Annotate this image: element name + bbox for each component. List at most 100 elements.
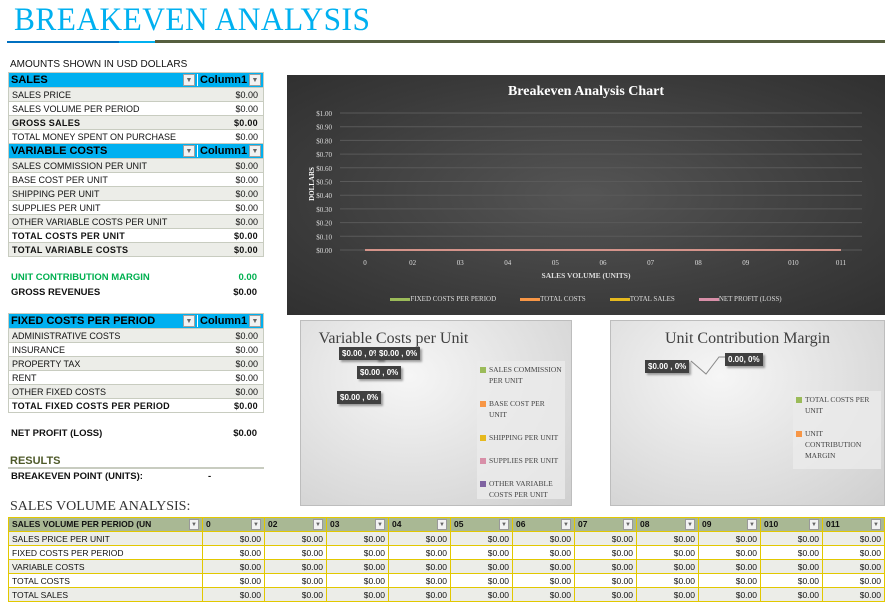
row-value[interactable]: $0.00 [235,387,263,397]
table-cell[interactable]: $0.00 [326,587,389,602]
table-row[interactable]: TOTAL FIXED COSTS PER PERIOD $0.00 [9,398,263,412]
table-cell[interactable]: $0.00 [450,573,513,588]
row-value[interactable]: $0.00 [235,161,263,171]
table-row[interactable]: INSURANCE $0.00 [9,342,263,356]
table-cell[interactable]: $0.00 [636,531,699,546]
column-header[interactable]: 011 ▼ [822,517,885,532]
column-header[interactable]: 0 ▼ [202,517,265,532]
table-cell[interactable]: $0.00 [760,545,823,560]
table-cell[interactable]: $0.00 [760,587,823,602]
filter-dropdown-icon[interactable]: ▼ [249,315,261,327]
filter-dropdown-icon[interactable]: ▼ [623,519,633,530]
table-cell[interactable]: $0.00 [264,545,327,560]
table-row[interactable]: TOTAL MONEY SPENT ON PURCHASE $0.00 [9,129,263,143]
table-cell[interactable]: $0.00 [698,573,761,588]
table-cell[interactable]: $0.00 [264,559,327,574]
row-value[interactable]: $0.00 [235,373,263,383]
table-cell[interactable]: $0.00 [574,587,637,602]
table-cell[interactable]: $0.00 [388,573,451,588]
filter-dropdown-icon[interactable]: ▼ [189,519,199,530]
column-header[interactable]: 010 ▼ [760,517,823,532]
table-row[interactable]: ADMINISTRATIVE COSTS $0.00 [9,328,263,342]
table-row[interactable]: BASE COST PER UNIT $0.00 [9,172,263,186]
filter-dropdown-icon[interactable]: ▼ [249,74,261,86]
table-cell[interactable]: $0.00 [760,573,823,588]
table-cell[interactable]: $0.00 [326,559,389,574]
table-cell[interactable]: $0.00 [698,559,761,574]
row-value[interactable]: $0.00 [235,203,263,213]
table-row[interactable]: SALES COMMISSION PER UNIT $0.00 [9,158,263,172]
breakeven-chart[interactable]: Breakeven Analysis Chart DOLLARS SALES V… [287,75,885,315]
filter-dropdown-icon[interactable]: ▼ [183,74,195,86]
row-value[interactable]: $0.00 [235,104,263,114]
row-value[interactable]: $0.00 [234,118,263,128]
table-row[interactable]: GROSS SALES $0.00 [9,115,263,129]
filter-dropdown-icon[interactable]: ▼ [251,519,261,530]
column-header[interactable]: 09 ▼ [698,517,761,532]
table-cell[interactable]: $0.00 [264,531,327,546]
column-header[interactable]: 05 ▼ [450,517,513,532]
column-header[interactable]: 03 ▼ [326,517,389,532]
table-cell[interactable]: $0.00 [698,531,761,546]
table-cell[interactable]: $0.00 [450,545,513,560]
filter-dropdown-icon[interactable]: ▼ [499,519,509,530]
table-row[interactable]: TOTAL COSTS PER UNIT $0.00 [9,228,263,242]
row-value[interactable]: $0.00 [234,231,263,241]
table-row[interactable]: SHIPPING PER UNIT $0.00 [9,186,263,200]
table-cell[interactable]: $0.00 [512,587,575,602]
column-header[interactable]: 06 ▼ [512,517,575,532]
filter-dropdown-icon[interactable]: ▼ [437,519,447,530]
filter-dropdown-icon[interactable]: ▼ [183,145,195,157]
table-row[interactable]: SALES PRICE $0.00 [9,87,263,101]
table-cell[interactable]: $0.00 [202,573,265,588]
filter-dropdown-icon[interactable]: ▼ [313,519,323,530]
row-value[interactable]: $0.00 [234,401,263,411]
table-cell[interactable]: $0.00 [636,587,699,602]
row-value[interactable]: $0.00 [235,189,263,199]
column-header[interactable]: 07 ▼ [574,517,637,532]
row-value[interactable]: $0.00 [235,217,263,227]
table-cell[interactable]: $0.00 [264,587,327,602]
table-cell[interactable]: $0.00 [574,559,637,574]
filter-dropdown-icon[interactable]: ▼ [561,519,571,530]
table-cell[interactable]: $0.00 [512,559,575,574]
table-cell[interactable]: $0.00 [202,531,265,546]
filter-dropdown-icon[interactable]: ▼ [183,315,195,327]
row-value[interactable]: $0.00 [235,345,263,355]
column-header[interactable]: 04 ▼ [388,517,451,532]
table-cell[interactable]: $0.00 [698,587,761,602]
table-cell[interactable]: $0.00 [326,573,389,588]
table-cell[interactable]: $0.00 [760,531,823,546]
table-cell[interactable]: $0.00 [512,573,575,588]
filter-dropdown-icon[interactable]: ▼ [747,519,757,530]
table-cell[interactable]: $0.00 [326,545,389,560]
table-cell[interactable]: $0.00 [202,587,265,602]
table-cell[interactable]: $0.00 [450,587,513,602]
table-cell[interactable]: $0.00 [636,559,699,574]
filter-dropdown-icon[interactable]: ▼ [871,519,881,530]
column-header[interactable]: 02 ▼ [264,517,327,532]
table-cell[interactable]: $0.00 [822,531,885,546]
table-cell[interactable]: $0.00 [636,573,699,588]
row-value[interactable]: $0.00 [235,175,263,185]
table-cell[interactable]: $0.00 [450,559,513,574]
table-cell[interactable]: $0.00 [450,531,513,546]
filter-dropdown-icon[interactable]: ▼ [809,519,819,530]
row-value[interactable]: $0.00 [234,245,263,255]
table-cell[interactable]: $0.00 [388,559,451,574]
table-cell[interactable]: $0.00 [822,545,885,560]
table-cell[interactable]: $0.00 [264,573,327,588]
table-cell[interactable]: $0.00 [760,559,823,574]
filter-dropdown-icon[interactable]: ▼ [375,519,385,530]
filter-dropdown-icon[interactable]: ▼ [685,519,695,530]
table-cell[interactable]: $0.00 [574,531,637,546]
table-cell[interactable]: $0.00 [574,545,637,560]
table-cell[interactable]: $0.00 [326,531,389,546]
table-row[interactable]: OTHER FIXED COSTS $0.00 [9,384,263,398]
table-cell[interactable]: $0.00 [822,573,885,588]
table-cell[interactable]: $0.00 [574,573,637,588]
table-row[interactable]: OTHER VARIABLE COSTS PER UNIT $0.00 [9,214,263,228]
table-cell[interactable]: $0.00 [636,545,699,560]
table-row[interactable]: PROPERTY TAX $0.00 [9,356,263,370]
unit-contribution-chart[interactable]: Unit Contribution Margin $0.00 , 0% 0.00… [610,320,885,506]
